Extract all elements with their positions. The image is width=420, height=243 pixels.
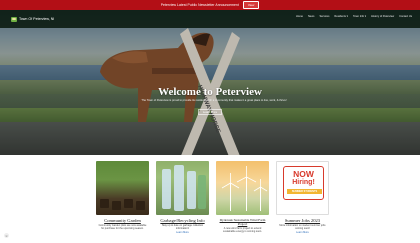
- now-hiring-line2: Hiring!: [292, 179, 315, 186]
- community-garden-image[interactable]: [96, 161, 149, 215]
- nav-residents[interactable]: Residents ▾: [334, 15, 348, 18]
- card-text: More information on student summer jobs …: [279, 224, 326, 231]
- site-header: Town Of Peterview, Nl Home News Services…: [0, 10, 420, 28]
- summer-students-tag: SUMMER STUDENTS: [287, 189, 322, 194]
- learn-more-button[interactable]: Learn More: [198, 109, 222, 115]
- nav-news[interactable]: News: [308, 15, 315, 18]
- site-title: Town Of Peterview, Nl: [19, 17, 55, 21]
- nav-services[interactable]: Services: [319, 15, 329, 18]
- site-logo-link[interactable]: Town Of Peterview, Nl: [11, 16, 55, 22]
- nav-home[interactable]: Home: [296, 15, 303, 18]
- card-learn-more-link[interactable]: Learn More: [176, 231, 189, 234]
- hero-subtitle: The Town of Peterview is proud to provid…: [141, 99, 287, 102]
- card-garbage-recycling: Garbage/Recycling Info Stay up to date o…: [156, 161, 209, 243]
- nav-history[interactable]: History of Peterview: [371, 15, 394, 18]
- card-text: Stay up to date on garbage collection in…: [161, 224, 204, 231]
- card-community-garden: Community Garden Community Garden plots …: [96, 161, 149, 243]
- card-summer-jobs: NOW Hiring! SUMMER STUDENTS Summer Jobs …: [276, 161, 329, 243]
- nav-contact[interactable]: Contact Us: [399, 15, 412, 18]
- alert-text: Peterview Latest Public Newsletter Annou…: [160, 3, 239, 7]
- now-hiring-line1: NOW: [293, 169, 314, 179]
- now-hiring-image[interactable]: NOW Hiring! SUMMER STUDENTS: [276, 161, 329, 215]
- main-nav: Home News Services Residents ▾ Town Info…: [296, 15, 412, 18]
- site-logo-icon: [11, 16, 17, 22]
- accessibility-icon[interactable]: ☺: [4, 233, 9, 238]
- alert-view-button[interactable]: View: [242, 1, 260, 9]
- card-wind-farm: Dyderusk Sustainable Wind Farm Project A…: [216, 161, 269, 243]
- card-text: Community Garden plots are now available…: [98, 224, 147, 231]
- hero-title: Welcome to Peterview: [158, 86, 262, 98]
- alert-banner: Peterview Latest Public Newsletter Annou…: [0, 0, 420, 10]
- feature-cards: Community Garden Community Garden plots …: [96, 161, 329, 243]
- card-title[interactable]: Summer Jobs 2023: [285, 218, 320, 223]
- hero-banner: HIGHWAY HORSE Welcome to Peterview The T…: [0, 10, 420, 155]
- nav-town-info[interactable]: Town Info ▾: [353, 15, 366, 18]
- card-title[interactable]: Community Garden: [104, 218, 141, 223]
- card-learn-more-link[interactable]: Learn More: [296, 231, 309, 234]
- card-title[interactable]: Dyderusk Sustainable Wind Farm Project: [216, 218, 269, 226]
- hero-overlay: [0, 10, 420, 155]
- card-text: A new wind farm project to extend sustai…: [222, 227, 263, 234]
- wind-farm-image[interactable]: [216, 161, 269, 215]
- card-title[interactable]: Garbage/Recycling Info: [160, 218, 204, 223]
- now-hiring-bubble: NOW Hiring! SUMMER STUDENTS: [283, 166, 324, 200]
- recycling-bottles-image[interactable]: [156, 161, 209, 215]
